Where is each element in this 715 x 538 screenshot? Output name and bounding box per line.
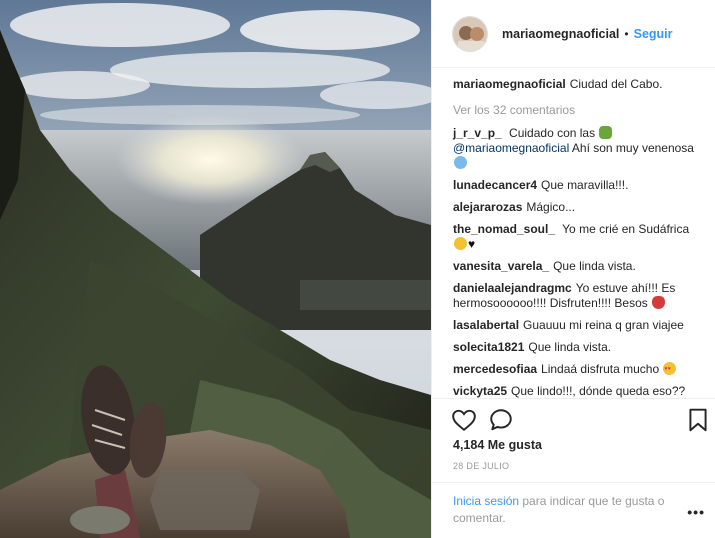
post-actions xyxy=(432,403,715,437)
view-all-comments-link[interactable]: Ver los 32 comentarios xyxy=(453,103,703,117)
post-header: mariaomegnaoficial • Seguir xyxy=(432,0,715,68)
black-heart-icon: ♥ xyxy=(468,237,476,251)
comment-username[interactable]: the_nomad_soul_ xyxy=(453,222,555,236)
bookmark-icon[interactable] xyxy=(685,407,711,433)
comment-text: Lindaá disfruta mucho xyxy=(541,362,660,376)
login-prompt: Inicia sesión para indicar que te gusta … xyxy=(453,493,693,527)
comment-text: Que lindo!!!, dónde queda eso?? xyxy=(511,384,686,398)
heart-icon[interactable] xyxy=(451,407,477,433)
comment-username[interactable]: lasalabertal xyxy=(453,318,519,332)
comment-username[interactable]: solecita1821 xyxy=(453,340,524,354)
snake-emoji-icon xyxy=(599,126,613,139)
comment-text: Que linda vista. xyxy=(553,259,636,273)
profile-photo-icon xyxy=(453,16,487,51)
caption-text: Ciudad del Cabo. xyxy=(569,77,663,91)
login-divider xyxy=(432,482,715,483)
comment-item: lunadecancer4 Que maravilla!!!. xyxy=(453,178,703,193)
comment-text: Yo me crié en Sudáfrica xyxy=(562,222,690,236)
comment-username[interactable]: lunadecancer4 xyxy=(453,178,537,192)
comment-item: alejararozas Mágico... xyxy=(453,200,703,215)
header-username[interactable]: mariaomegnaoficial xyxy=(502,27,619,41)
comment-text: Que maravilla!!!. xyxy=(541,178,629,192)
login-link[interactable]: Inicia sesión xyxy=(453,494,519,508)
scared-face-emoji-icon xyxy=(454,156,467,169)
grimacing-face-emoji-icon xyxy=(454,237,467,250)
post-photo[interactable] xyxy=(0,0,431,538)
comment-text: Cuidado con las xyxy=(509,126,596,140)
comment-item: the_nomad_soul_ Yo me crié en Sudáfrica … xyxy=(453,222,703,252)
post-date[interactable]: 28 DE JULIO xyxy=(453,461,509,471)
post-details-panel: mariaomegnaoficial • Seguir mariaomegnao… xyxy=(431,0,715,538)
avatar[interactable] xyxy=(452,15,488,52)
more-options-icon[interactable]: ••• xyxy=(687,504,705,520)
comment-icon[interactable] xyxy=(488,407,514,433)
caption-username[interactable]: mariaomegnaoficial xyxy=(453,77,566,91)
comment-text: Que linda vista. xyxy=(528,340,612,354)
likes-count[interactable]: 4,184 Me gusta xyxy=(453,438,542,452)
comment-username[interactable]: vickyta25 xyxy=(453,384,507,398)
mountain-landscape-image xyxy=(0,0,431,538)
comment-username[interactable]: j_r_v_p_ xyxy=(453,126,502,140)
header-separator: • xyxy=(624,26,629,41)
comment-item: vickyta25 Que lindo!!!, dónde queda eso?? xyxy=(453,384,703,398)
comment-username[interactable]: alejararozas xyxy=(453,200,522,214)
heart-eyes-emoji-icon xyxy=(663,362,677,377)
comment-item: mercedesofiaa Lindaá disfruta mucho xyxy=(453,362,703,377)
comment-username[interactable]: mercedesofiaa xyxy=(453,362,537,376)
comment-item: lasalabertal Guauuu mi reina q gran viaje… xyxy=(453,318,703,333)
comment-item: j_r_v_p_ Cuidado con las @mariaomegnaofi… xyxy=(453,126,703,171)
actions-divider xyxy=(432,398,715,399)
comment-text: Guauuu mi reina q gran viajee xyxy=(523,318,684,332)
comment-mention[interactable]: @mariaomegnaoficial xyxy=(453,141,569,155)
comment-item: danielaalejandragmc Yo estuve ahí!!! Es h… xyxy=(453,281,703,311)
instagram-post: mariaomegnaoficial • Seguir mariaomegnao… xyxy=(0,0,715,538)
comment-item: solecita1821 Que linda vista. xyxy=(453,340,703,355)
comment-text: Ahí son muy venenosa xyxy=(571,141,694,155)
comment-item: vanesita_varela_ Que linda vista. xyxy=(453,259,703,274)
post-caption: mariaomegnaoficial Ciudad del Cabo. xyxy=(453,77,703,92)
comment-text: Mágico... xyxy=(526,200,576,214)
comment-username[interactable]: danielaalejandragmc xyxy=(453,281,572,295)
kiss-lips-emoji-icon xyxy=(652,296,666,309)
follow-button[interactable]: Seguir xyxy=(634,27,673,41)
comment-username[interactable]: vanesita_varela_ xyxy=(453,259,549,273)
comments-list: mariaomegnaoficial Ciudad del Cabo. Ver l… xyxy=(432,68,715,398)
